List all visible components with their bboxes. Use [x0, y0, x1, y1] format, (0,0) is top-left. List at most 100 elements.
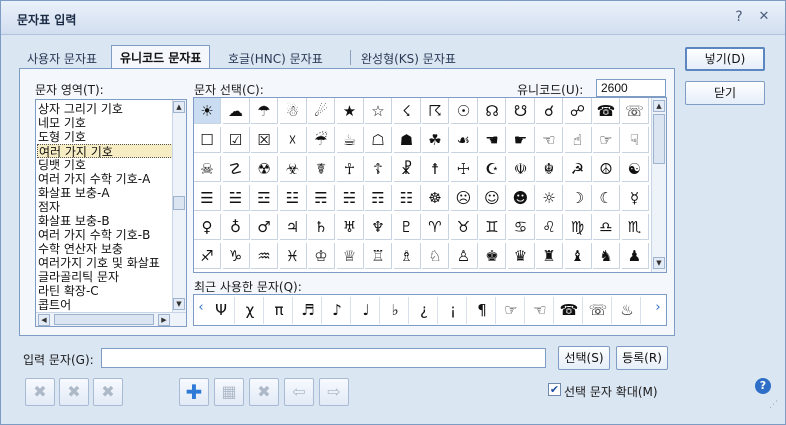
symbol-cell[interactable]: ♋ — [507, 214, 535, 240]
symbol-cell[interactable]: ☰ — [194, 185, 221, 211]
symbol-cell[interactable]: ♒ — [251, 243, 278, 269]
symbol-cell[interactable]: ♞ — [593, 243, 620, 269]
symbol-cell[interactable]: ☽ — [564, 185, 592, 211]
register-button[interactable]: 등록(R) — [616, 346, 668, 370]
symbol-cell[interactable]: ♁ — [222, 214, 250, 240]
resize-grip-icon[interactable]: ⋰ — [769, 401, 781, 414]
symbol-cell[interactable]: ♇ — [393, 214, 421, 240]
symbol-cell[interactable]: ☒ — [251, 127, 278, 153]
recent-symbol-cell[interactable]: ♩ — [353, 297, 380, 324]
symbol-cell[interactable]: ☜ — [536, 127, 563, 153]
delete-user-symbol-icon[interactable]: ✖ — [25, 378, 55, 406]
symbol-cell[interactable]: ☦ — [365, 156, 392, 182]
symbol-cell[interactable]: ☆ — [365, 98, 392, 124]
symbol-cell[interactable]: ☢ — [251, 156, 278, 182]
symbol-cell[interactable]: ♐ — [194, 243, 221, 269]
recent-symbol-cell[interactable]: π — [266, 297, 293, 324]
symbol-cell[interactable]: ☙ — [450, 127, 478, 153]
area-list-item[interactable]: 도형 기호 — [38, 130, 86, 144]
remove-icon[interactable]: ✖ — [249, 378, 279, 406]
symbol-cell[interactable]: ☨ — [422, 156, 449, 182]
scroll-up-button[interactable]: ▲ — [173, 101, 185, 113]
symbol-cell[interactable]: ☓ — [279, 127, 307, 153]
symbol-cell[interactable]: ☌ — [536, 98, 563, 124]
symbol-cell[interactable]: ☺ — [479, 185, 506, 211]
symbol-cell[interactable]: ☀ — [194, 98, 221, 124]
close-button[interactable]: 닫기 — [685, 81, 765, 105]
insert-button[interactable]: 넣기(D) — [685, 47, 765, 71]
help-icon[interactable]: ? — [755, 378, 771, 394]
symbol-cell[interactable]: ☵ — [336, 185, 364, 211]
symbol-cell[interactable]: ☤ — [308, 156, 335, 182]
symbol-cell[interactable]: ♝ — [564, 243, 592, 269]
symbol-cell[interactable]: ♄ — [308, 214, 335, 240]
enlarge-checkbox[interactable]: ✔ — [548, 383, 561, 396]
hscroll-thumb[interactable] — [54, 314, 154, 325]
symbol-cell[interactable]: ☧ — [393, 156, 421, 182]
symbol-cell[interactable]: ♆ — [365, 214, 392, 240]
grid-scroll-thumb[interactable] — [653, 114, 665, 164]
area-list-item[interactable]: 여러가지 기호 및 화살표 — [38, 256, 160, 270]
area-hscroll[interactable]: ◀ ▶ — [36, 312, 186, 326]
symbol-cell[interactable]: ♎ — [593, 214, 620, 240]
tab-hnc[interactable]: 호글(HNC) 문자표 — [220, 47, 331, 69]
delete-symbol-icon[interactable]: ✖ — [59, 378, 89, 406]
symbol-cell[interactable]: ♑ — [222, 243, 250, 269]
recent-symbol-cell[interactable]: ♪ — [324, 297, 351, 324]
tab-unicode[interactable]: 유니코드 문자표 — [111, 45, 211, 69]
symbol-cell[interactable]: ☹ — [450, 185, 478, 211]
symbol-cell[interactable]: ☍ — [564, 98, 592, 124]
symbol-cell[interactable]: ☑ — [222, 127, 250, 153]
symbol-cell[interactable]: ☐ — [194, 127, 221, 153]
area-list-item[interactable]: 화살표 보충-B — [38, 214, 110, 228]
symbol-cell[interactable]: ♜ — [536, 243, 563, 269]
area-list-item[interactable]: 화살표 보충-A — [38, 186, 110, 200]
symbol-cell[interactable]: ☫ — [507, 156, 535, 182]
symbol-cell[interactable]: ☣ — [279, 156, 307, 182]
symbol-cell[interactable]: ☶ — [365, 185, 392, 211]
area-list-item[interactable]: 점자 — [38, 200, 60, 214]
symbol-cell[interactable]: ♂ — [251, 214, 278, 240]
symbol-cell[interactable]: ♅ — [336, 214, 364, 240]
unicode-input[interactable] — [596, 79, 666, 97]
recent-symbol-cell[interactable]: Ψ — [208, 297, 235, 324]
recent-symbol-cell[interactable]: ☎ — [556, 297, 583, 324]
symbol-cell[interactable]: ☏ — [621, 98, 649, 124]
symbol-cell[interactable]: ☃ — [279, 98, 307, 124]
symbol-cell[interactable]: ☂ — [251, 98, 278, 124]
grid-scroll-down[interactable]: ▼ — [653, 257, 665, 269]
symbol-cell[interactable]: ♓ — [279, 243, 307, 269]
symbol-cell[interactable]: ☼ — [536, 185, 563, 211]
grid-scroll-up[interactable]: ▲ — [653, 100, 665, 112]
symbol-cell[interactable]: ★ — [336, 98, 364, 124]
symbol-cell[interactable]: ♌ — [536, 214, 563, 240]
symbol-cell[interactable]: ☟ — [621, 127, 649, 153]
tab-ks[interactable]: 완성형(KS) 문자표 — [353, 47, 464, 69]
symbol-cell[interactable]: ☋ — [507, 98, 535, 124]
symbol-cell[interactable]: ☳ — [279, 185, 307, 211]
symbol-cell[interactable]: ☛ — [507, 127, 535, 153]
area-list-item[interactable]: 여러 가지 수학 기호-A — [38, 172, 150, 186]
symbol-cell[interactable]: ☲ — [251, 185, 278, 211]
area-list-item[interactable]: 여러 가지 수학 기호-B — [38, 228, 150, 242]
symbol-cell[interactable]: ☱ — [222, 185, 250, 211]
scroll-thumb[interactable] — [173, 196, 185, 210]
symbol-cell[interactable]: ♘ — [422, 243, 449, 269]
symbol-cell[interactable]: ☠ — [194, 156, 221, 182]
symbol-cell[interactable]: ☥ — [336, 156, 364, 182]
area-listbox[interactable]: 상자 그리기 기호 네모 기호 도형 기호 여러 가지 기호 딩뱃 기호 여러 가지 수학… — [35, 99, 187, 327]
symbol-cell[interactable]: ♕ — [336, 243, 364, 269]
area-list-item[interactable]: 글라골리틱 문자 — [38, 270, 119, 284]
symbol-cell[interactable]: ☄ — [308, 98, 335, 124]
area-vscroll[interactable]: ▲ ▼ — [172, 100, 186, 312]
symbol-cell[interactable]: ☈ — [422, 98, 449, 124]
help-title-button[interactable]: ? — [731, 9, 747, 25]
symbol-cell[interactable]: ☚ — [479, 127, 506, 153]
symbol-cell[interactable]: ☷ — [393, 185, 421, 211]
symbol-cell[interactable]: ♍ — [564, 214, 592, 240]
move-left-icon[interactable]: ⇦ — [284, 378, 314, 406]
recent-prev-icon[interactable]: ‹ — [195, 300, 207, 320]
area-list-item[interactable]: 수학 연산자 보충 — [38, 242, 123, 256]
symbol-cell[interactable]: ☞ — [593, 127, 620, 153]
symbol-cell[interactable]: ☩ — [450, 156, 478, 182]
